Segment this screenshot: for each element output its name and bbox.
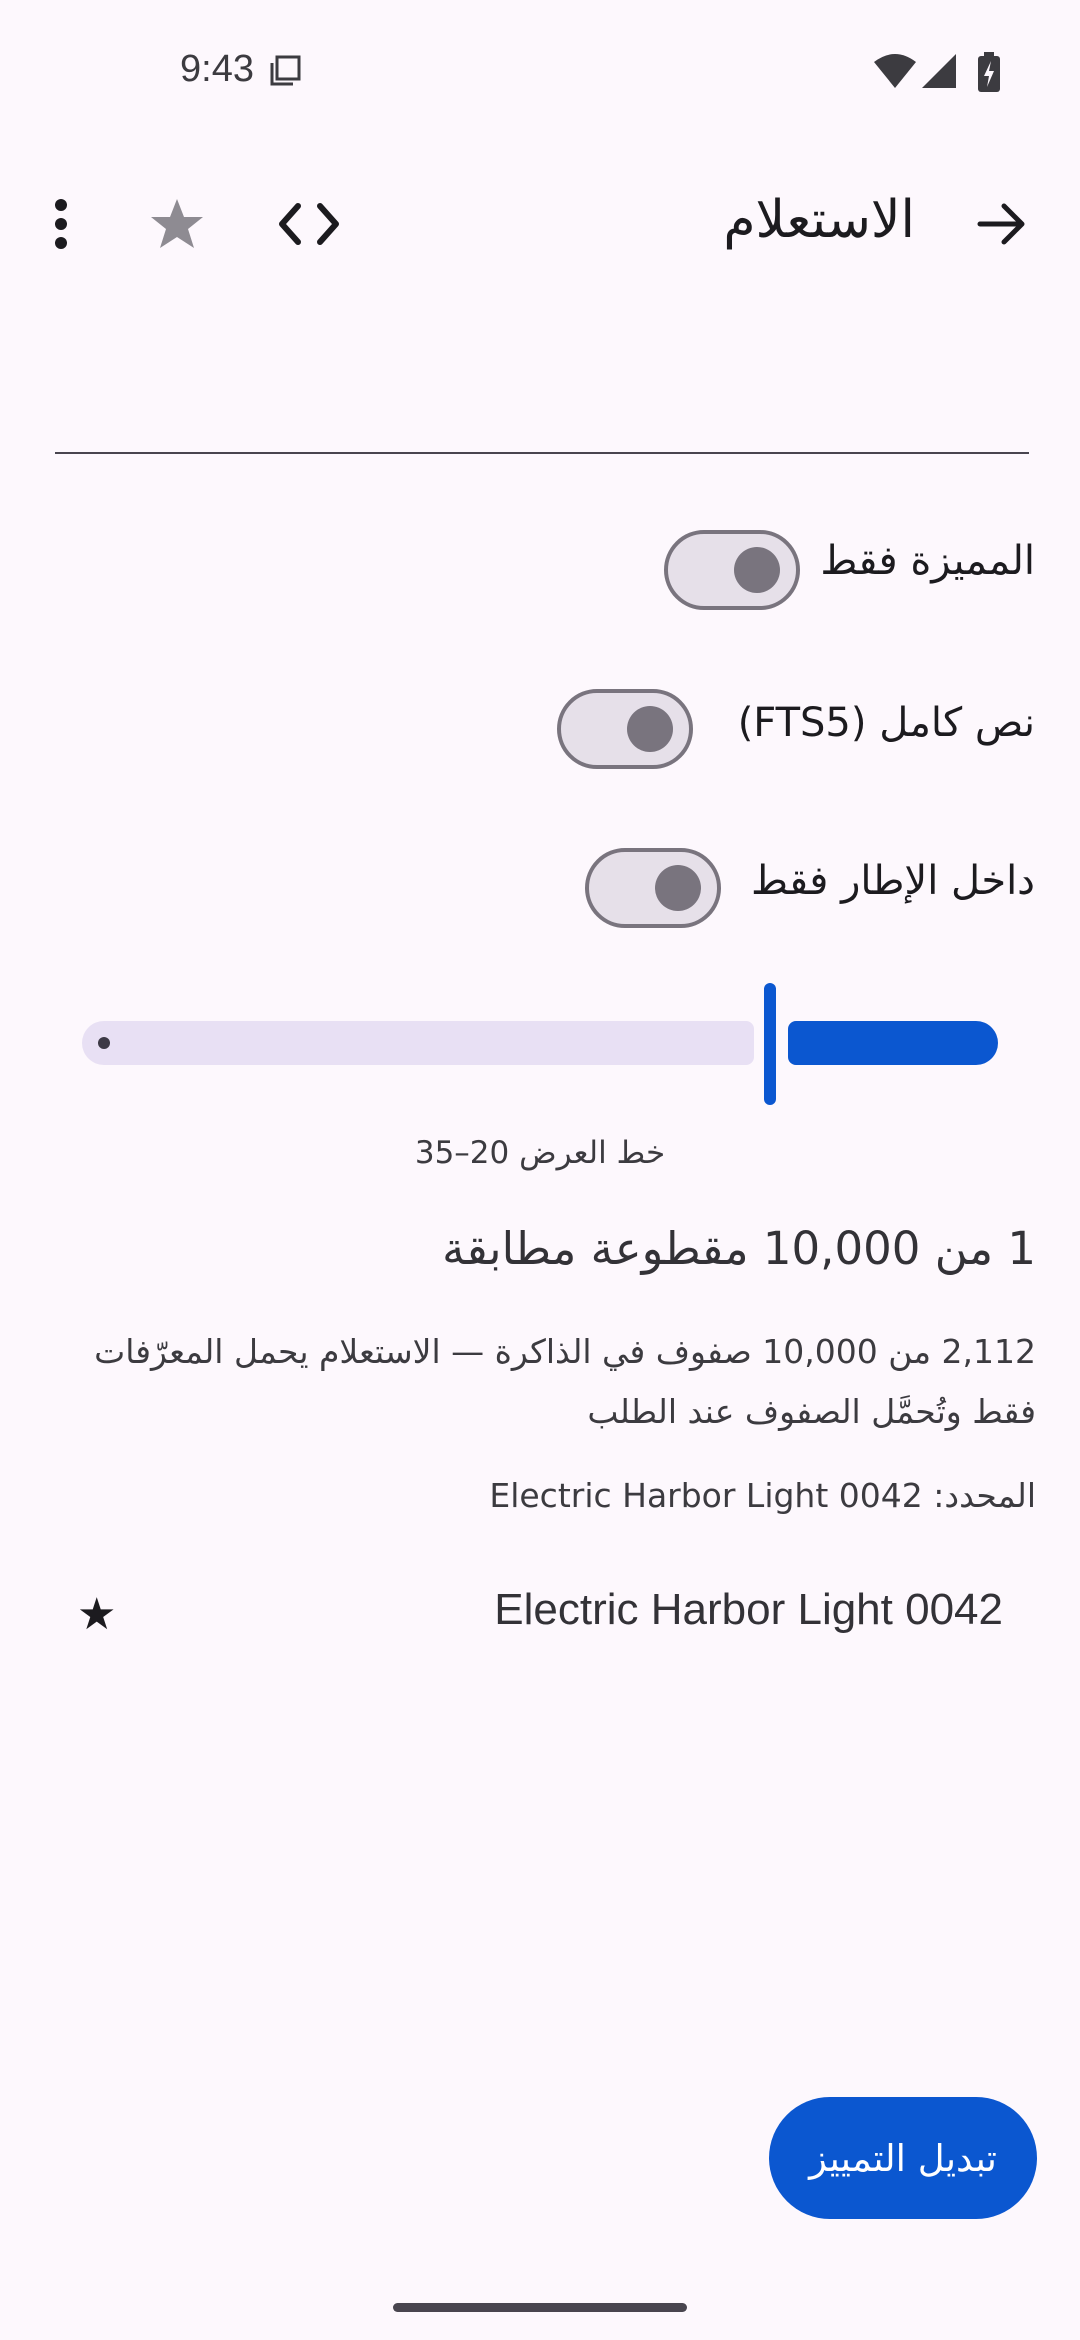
- gesture-nav-handle[interactable]: [393, 2303, 687, 2312]
- switch-knob: [734, 547, 780, 593]
- wifi-icon: [874, 54, 916, 88]
- back-button[interactable]: [957, 179, 1047, 269]
- more-options-button[interactable]: [16, 179, 106, 269]
- code-view-button[interactable]: [264, 179, 354, 269]
- list-item[interactable]: Electric Harbor Light 0042 ★: [55, 1565, 1025, 1665]
- toggle-highlight-button[interactable]: تبديل التمييز: [769, 2097, 1037, 2219]
- slider-thumb[interactable]: [764, 983, 776, 1105]
- full-text-label: نص كامل (FTS5): [737, 700, 1035, 746]
- battery-charging-icon: [978, 52, 1000, 92]
- slider-inactive-track[interactable]: [82, 1021, 754, 1065]
- more-vert-icon: [55, 199, 67, 249]
- slider-caption: خط العرض 20–35: [414, 1135, 666, 1171]
- status-time: 9:43: [180, 48, 254, 90]
- screenshot-notification-icon: [270, 55, 301, 86]
- code-icon: [279, 203, 339, 245]
- slider-stop-indicator: [98, 1037, 110, 1049]
- featured-only-label: المميزة فقط: [820, 538, 1035, 584]
- back-arrow-icon: [977, 203, 1025, 245]
- full-text-switch[interactable]: [557, 689, 693, 769]
- switch-knob: [655, 865, 701, 911]
- star-icon: [151, 199, 203, 248]
- selected-item-label: المحدد: Electric Harbor Light 0042: [489, 1476, 1036, 1515]
- status-icons: [874, 52, 1004, 92]
- list-item-title: Electric Harbor Light 0042: [494, 1585, 1003, 1634]
- switch-knob: [627, 706, 673, 752]
- featured-only-switch[interactable]: [664, 530, 800, 610]
- in-frame-only-switch[interactable]: [585, 848, 721, 928]
- in-frame-only-label: داخل الإطار فقط: [751, 858, 1035, 904]
- signal-icon: [922, 54, 956, 88]
- star-icon: ★: [77, 1589, 117, 1640]
- slider-active-track[interactable]: [788, 1021, 998, 1065]
- favorite-button[interactable]: [132, 179, 222, 269]
- match-count: 1 من 10,000 مقطوعة مطابقة: [442, 1222, 1036, 1275]
- search-input[interactable]: [55, 340, 1029, 454]
- page-title: الاستعلام: [723, 190, 915, 250]
- memory-info: 2,112 من 10,000 صفوف في الذاكرة — الاستع…: [94, 1332, 1036, 1431]
